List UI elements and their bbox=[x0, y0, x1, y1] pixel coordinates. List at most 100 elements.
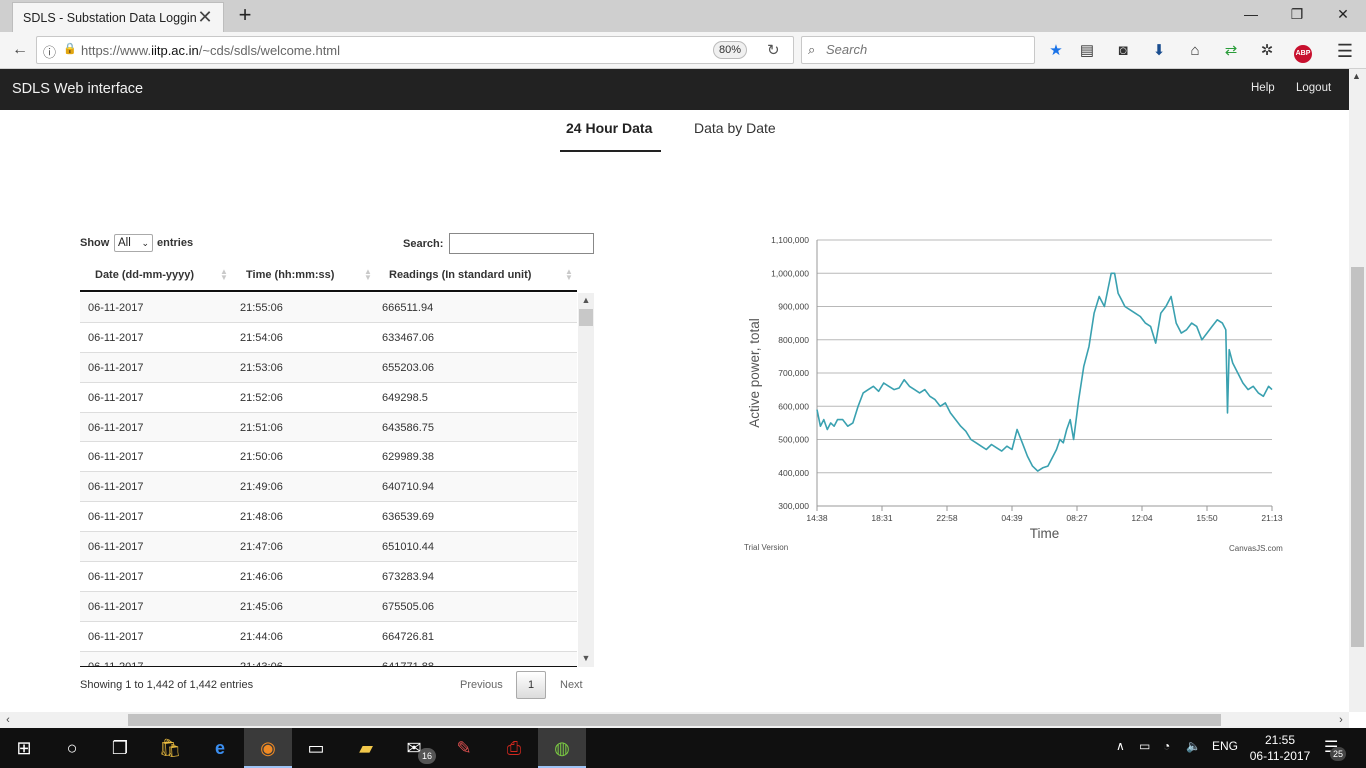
notification-icon[interactable]: ☰ 25 bbox=[1324, 737, 1346, 761]
y-tick-label: 300,000 bbox=[778, 501, 809, 511]
y-tick-label: 400,000 bbox=[778, 468, 809, 478]
volume-icon[interactable]: 🔈 bbox=[1186, 739, 1201, 753]
browser-tab[interactable]: SDLS - Substation Data Logging ✕ bbox=[12, 2, 224, 32]
table-row: 06-11-2017 21:46:06 673283.94 bbox=[80, 562, 577, 592]
cell-date: 06-11-2017 bbox=[88, 541, 144, 554]
sort-icon[interactable]: ▲ ▼ bbox=[565, 268, 573, 282]
download-icon[interactable]: ⬇ bbox=[1149, 41, 1169, 61]
cell-time: 21:46:06 bbox=[240, 571, 283, 584]
cell-time: 21:55:06 bbox=[240, 302, 283, 314]
table-search-input[interactable] bbox=[449, 233, 594, 254]
restore-icon[interactable]: ❐ bbox=[1274, 0, 1320, 30]
horizontal-scrollbar-thumb[interactable] bbox=[128, 714, 1221, 726]
minimize-icon[interactable]: — bbox=[1228, 0, 1274, 30]
y-tick-label: 1,000,000 bbox=[771, 268, 809, 278]
lock-icon: 🔒 bbox=[63, 43, 77, 55]
task-view-icon[interactable]: ❐ bbox=[96, 728, 144, 768]
help-link[interactable]: Help bbox=[1251, 82, 1275, 94]
cell-reading: 640710.94 bbox=[382, 481, 434, 494]
zoom-indicator[interactable]: 80% bbox=[713, 41, 747, 59]
tab-24-hour-data[interactable]: 24 Hour Data bbox=[566, 120, 652, 136]
x-tick-label: 14:38 bbox=[806, 513, 828, 523]
home-icon[interactable]: ⌂ bbox=[1185, 41, 1205, 61]
sort-icon[interactable]: ▲ ▼ bbox=[220, 268, 228, 282]
previous-page-button[interactable]: Previous bbox=[460, 679, 503, 691]
browser-search[interactable]: ⌕ bbox=[801, 36, 1035, 64]
bookmark-star-icon[interactable]: ★ bbox=[1046, 41, 1066, 61]
table-row: 06-11-2017 21:45:06 675505.06 bbox=[80, 591, 577, 622]
power-chart: 300,000 400,000 500,000 600,000 700,000 800,0… bbox=[747, 235, 1283, 541]
cell-time: 21:54:06 bbox=[240, 331, 283, 344]
browser-search-input[interactable] bbox=[826, 42, 1026, 57]
page-scrollbar-thumb[interactable] bbox=[1351, 267, 1364, 647]
url-bar[interactable]: ⓘ 🔒 https://www.iitp.ac.in/~cds/sdls/wel… bbox=[36, 36, 794, 64]
search-icon: ⌕ bbox=[808, 42, 816, 57]
cell-time: 21:49:06 bbox=[240, 481, 283, 494]
app-globe-icon[interactable]: ◍ bbox=[538, 728, 586, 768]
cell-reading: 633467.06 bbox=[382, 331, 434, 344]
table-scrollbar[interactable]: ▲ ▼ bbox=[578, 293, 594, 667]
table-scrollbar-thumb[interactable] bbox=[579, 309, 593, 326]
sort-icon[interactable]: ▲ ▼ bbox=[364, 268, 372, 282]
edge-icon[interactable]: e bbox=[196, 728, 244, 768]
file-explorer-icon[interactable]: ▰ bbox=[342, 728, 390, 768]
scroll-right-icon[interactable]: › bbox=[1333, 712, 1349, 728]
cell-date: 06-11-2017 bbox=[88, 571, 144, 584]
wifi-icon[interactable]: ◔ bbox=[1163, 739, 1170, 753]
adblock-icon[interactable]: ABP bbox=[1293, 41, 1313, 63]
table-row: 06-11-2017 21:54:06 633467.06 bbox=[80, 323, 577, 353]
cell-reading: 673283.94 bbox=[382, 571, 434, 584]
info-icon[interactable]: ⓘ bbox=[43, 42, 56, 61]
language-indicator[interactable]: ENG bbox=[1212, 739, 1238, 753]
extension-icon[interactable]: ✲ bbox=[1257, 41, 1277, 61]
scroll-up-icon[interactable]: ▲ bbox=[578, 295, 594, 305]
hamburger-menu-icon[interactable]: ☰ bbox=[1335, 41, 1355, 61]
pocket-icon[interactable]: ◙ bbox=[1113, 41, 1133, 61]
cortana-icon[interactable]: ○ bbox=[48, 728, 96, 768]
table-row: 06-11-2017 21:53:06 655203.06 bbox=[80, 352, 577, 383]
new-tab-icon[interactable]: + bbox=[234, 4, 256, 28]
cell-date: 06-11-2017 bbox=[88, 361, 144, 374]
scroll-left-icon[interactable]: ‹ bbox=[0, 712, 16, 728]
app-brand[interactable]: SDLS Web interface bbox=[12, 81, 143, 97]
scroll-up-icon[interactable]: ▲ bbox=[1352, 71, 1361, 81]
windows-start-icon[interactable]: ⊞ bbox=[0, 728, 48, 768]
column-header-date[interactable]: Date (dd-mm-yyyy) bbox=[95, 269, 194, 281]
table-row: 06-11-2017 21:49:06 640710.94 bbox=[80, 472, 577, 503]
entries-length-select[interactable]: All ⌄ bbox=[114, 234, 153, 252]
chart-credit-link[interactable]: CanvasJS.com bbox=[1229, 544, 1283, 553]
cell-date: 06-11-2017 bbox=[88, 511, 144, 524]
sync-arrows-icon[interactable]: ⇄ bbox=[1221, 41, 1241, 61]
page-1-button[interactable]: 1 bbox=[516, 671, 546, 699]
browser-tab-strip: SDLS - Substation Data Logging ✕ + — ❐ ✕ bbox=[0, 0, 1366, 32]
scroll-down-icon[interactable]: ▼ bbox=[578, 653, 594, 663]
column-header-time[interactable]: Time (hh:mm:ss) bbox=[246, 269, 334, 281]
pdf-reader-icon[interactable]: ⎙ bbox=[490, 728, 538, 768]
firefox-icon[interactable]: ◉ bbox=[244, 728, 292, 768]
x-tick-label: 21:13 bbox=[1261, 513, 1283, 523]
y-tick-label: 1,100,000 bbox=[771, 235, 809, 245]
close-tab-icon[interactable]: ✕ bbox=[197, 7, 213, 28]
page-scrollbar[interactable]: ▲ bbox=[1349, 69, 1366, 712]
terminal-icon[interactable]: ▭ bbox=[292, 728, 340, 768]
battery-icon[interactable]: ▭ bbox=[1139, 739, 1150, 753]
store-icon[interactable]: 🛍 bbox=[146, 728, 194, 768]
logout-link[interactable]: Logout bbox=[1296, 82, 1331, 94]
show-hidden-icons[interactable]: ∧ bbox=[1116, 739, 1125, 753]
mail-icon[interactable]: ✉ 16 bbox=[390, 728, 438, 768]
reading-list-icon[interactable]: ▤ bbox=[1077, 41, 1097, 61]
tab-data-by-date[interactable]: Data by Date bbox=[694, 120, 776, 136]
x-axis-title: Time bbox=[1030, 526, 1060, 541]
next-page-button[interactable]: Next bbox=[560, 679, 583, 691]
column-header-readings[interactable]: Readings (In standard unit) bbox=[389, 269, 531, 281]
clock[interactable]: 21:55 06-11-2017 bbox=[1244, 732, 1316, 764]
clock-time: 21:55 bbox=[1264, 733, 1296, 747]
back-icon[interactable]: ← bbox=[8, 38, 32, 62]
app-navbar: SDLS Web interface Help Logout bbox=[0, 69, 1349, 110]
window-close-icon[interactable]: ✕ bbox=[1320, 0, 1366, 30]
reload-icon[interactable]: ↻ bbox=[767, 41, 780, 59]
cell-time: 21:47:06 bbox=[240, 541, 283, 554]
cell-date: 06-11-2017 bbox=[88, 302, 144, 314]
paint-icon[interactable]: ✎ bbox=[440, 728, 488, 768]
horizontal-scrollbar[interactable]: ‹ › bbox=[0, 712, 1349, 728]
